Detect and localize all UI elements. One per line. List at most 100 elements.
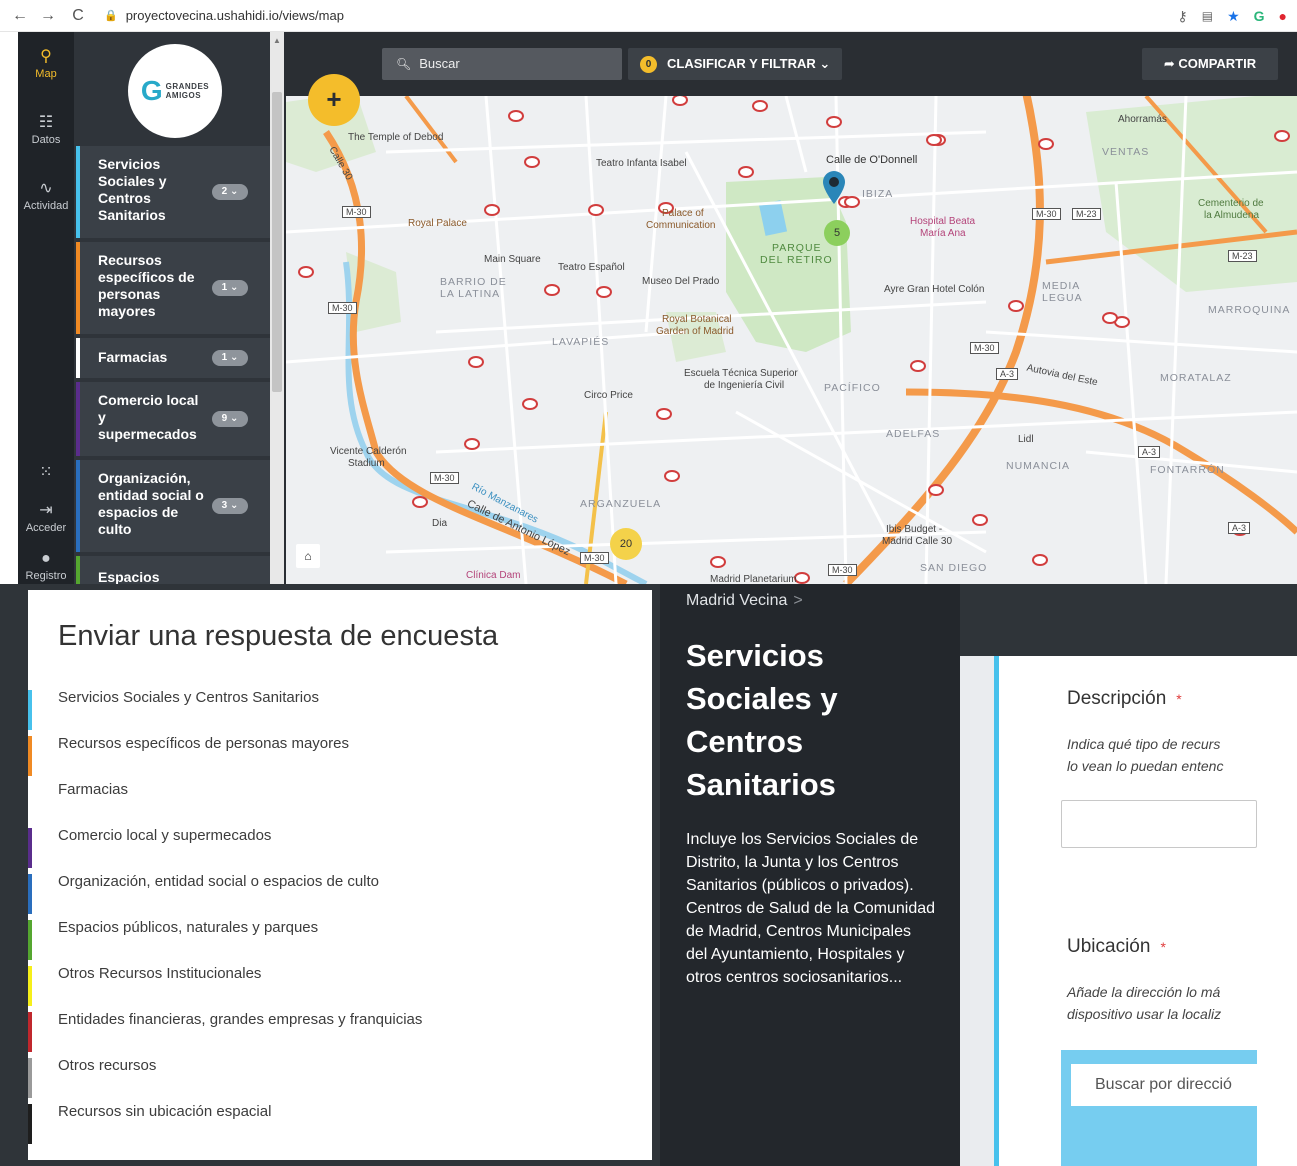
address-search-input[interactable]: Buscar por direcció	[1071, 1064, 1261, 1106]
star-icon[interactable]: ★	[1227, 8, 1240, 25]
filter-count-badge: 0	[640, 56, 657, 73]
nav-registro-label: Registro	[25, 570, 67, 582]
map-label: SAN DIEGO	[920, 562, 988, 574]
login-icon: ⇥	[39, 502, 53, 519]
category-label: Espacios	[98, 569, 160, 584]
apps-grid-button[interactable]: ⁙	[18, 462, 74, 484]
map-pin-marker[interactable]	[821, 170, 847, 206]
nav-actividad[interactable]: ∿ Actividad	[18, 178, 74, 212]
category-recursos-mayores[interactable]: Recursos específicos de personas mayores…	[76, 242, 270, 334]
survey-option[interactable]: Servicios Sociales y Centros Sanitarios	[28, 688, 652, 730]
map-label: MORATALAZ	[1160, 372, 1232, 384]
extension-icon[interactable]: G	[1254, 8, 1265, 24]
map-search-input[interactable]: 🔍︎ Buscar	[382, 48, 622, 80]
map-label: Hospital Beata	[910, 216, 976, 227]
map-label: DEL RETIRO	[760, 254, 833, 266]
map-view[interactable]: 🔍︎ Buscar 0 CLASIFICAR Y FILTRAR ⌄ ➦ COMPA…	[286, 32, 1297, 584]
scroll-up-icon[interactable]: ▲	[273, 36, 281, 45]
forward-icon[interactable]: →	[36, 7, 60, 25]
key-icon[interactable]: ⚷	[1177, 8, 1187, 25]
road-shield: M-30	[342, 206, 371, 218]
survey-option[interactable]: Espacios públicos, naturales y parques	[28, 918, 652, 960]
filter-button[interactable]: 0 CLASIFICAR Y FILTRAR ⌄	[628, 48, 842, 80]
category-farmacias[interactable]: Farmacias 1 ⌄	[76, 338, 270, 378]
filter-label: CLASIFICAR Y FILTRAR	[667, 56, 816, 71]
count-value: 1	[221, 352, 228, 363]
category-count-badge[interactable]: 1 ⌄	[212, 350, 248, 366]
back-icon[interactable]: ←	[8, 7, 32, 25]
chevron-down-icon: ⌄	[819, 56, 831, 71]
location-map[interactable]: Buscar por direcció	[1061, 1050, 1261, 1166]
map-label: Madrid Planetarium	[710, 574, 797, 584]
survey-option[interactable]: Farmacias	[28, 780, 652, 822]
cluster-marker[interactable]: 5	[824, 220, 850, 246]
description-label-text: Descripción	[1067, 688, 1167, 709]
category-count-badge[interactable]: 2 ⌄	[212, 184, 248, 200]
nav-datos-label: Datos	[31, 134, 61, 146]
description-input[interactable]	[1061, 800, 1257, 848]
search-placeholder: Buscar	[419, 56, 460, 71]
survey-option-label: Recursos específicos de personas mayores	[58, 735, 349, 752]
sidebar-scroll-thumb[interactable]	[272, 92, 282, 392]
modal-title: Enviar una respuesta de encuesta	[58, 620, 499, 652]
road-shield: M-30	[1032, 208, 1061, 220]
share-button[interactable]: ➦ COMPARTIR	[1142, 48, 1278, 80]
nav-datos[interactable]: ☷ Datos	[18, 112, 74, 146]
map-label: ADELFAS	[886, 428, 941, 440]
count-value: 9	[221, 413, 228, 424]
left-nav: ⚲ Map ☷ Datos ∿ Actividad ⁙ ⇥ Acceder ● …	[18, 32, 74, 584]
survey-option[interactable]: Entidades financieras, grandes empresas …	[28, 1010, 652, 1052]
map-label: Museo Del Prado	[642, 276, 720, 287]
opera-icon[interactable]: ●	[1279, 8, 1287, 24]
map-label: Lidl	[1018, 434, 1034, 445]
map-label: Palace of	[662, 208, 704, 219]
nav-registro[interactable]: ● Registro	[18, 550, 74, 582]
add-post-button[interactable]: +	[308, 74, 360, 126]
category-servicios-sociales[interactable]: Servicios Sociales y Centros Sanitarios …	[76, 146, 270, 238]
survey-option[interactable]: Otros recursos	[28, 1056, 652, 1098]
survey-option[interactable]: Recursos específicos de personas mayores	[28, 734, 652, 776]
category-organizacion[interactable]: Organización, entidad social o espacios …	[76, 460, 270, 552]
map-label: Calle de O'Donnell	[826, 154, 918, 166]
map-label: de Ingeniería Civil	[704, 380, 785, 391]
category-count-badge[interactable]: 9 ⌄	[212, 411, 248, 427]
location-field-label: Ubicación *	[1067, 936, 1166, 958]
survey-option[interactable]: Otros Recursos Institucionales	[28, 964, 652, 1006]
required-mark: *	[1176, 691, 1182, 707]
nav-map[interactable]: ⚲ Map	[18, 46, 74, 80]
map-label: Dia	[432, 518, 448, 529]
category-label: Comercio local y supermecados	[98, 392, 199, 442]
nav-map-label: Map	[35, 68, 57, 80]
category-espacios[interactable]: Espacios	[76, 556, 270, 584]
reload-icon[interactable]: C	[66, 7, 90, 25]
lock-icon[interactable]: 🔒	[104, 9, 118, 22]
survey-option-label: Farmacias	[58, 781, 129, 798]
map-label: Teatro Español	[558, 262, 625, 273]
breadcrumb-link[interactable]: Madrid Vecina	[686, 592, 787, 609]
translate-icon[interactable]: ▤	[1202, 9, 1213, 23]
survey-form-fields: Descripción * Indica qué tipo de recurs l…	[960, 584, 1297, 1166]
category-label: Organización, entidad social o espacios …	[98, 470, 204, 537]
home-icon[interactable]: ⌂	[296, 544, 320, 568]
count-value: 2	[221, 186, 228, 197]
logo-text-1: GRANDES	[165, 82, 210, 91]
survey-option[interactable]: Recursos sin ubicación espacial	[28, 1102, 652, 1144]
nav-actividad-label: Actividad	[23, 200, 69, 212]
form-topbar	[960, 584, 1297, 656]
category-count-badge[interactable]: 1 ⌄	[212, 280, 248, 296]
map-pin-icon: ⚲	[40, 48, 52, 65]
map-label: IBIZA	[862, 188, 894, 200]
category-count-badge[interactable]: 3 ⌄	[212, 498, 248, 514]
survey-option[interactable]: Comercio local y supermecados	[28, 826, 652, 868]
survey-option[interactable]: Organización, entidad social o espacios …	[28, 872, 652, 914]
color-bar	[28, 828, 32, 868]
map-label: Communication	[646, 220, 716, 231]
nav-acceder[interactable]: ⇥ Acceder	[18, 500, 74, 534]
map-label: The Temple of Debod	[348, 132, 444, 143]
category-comercio-local[interactable]: Comercio local y supermecados 9 ⌄	[76, 382, 270, 456]
road-shield: M-30	[430, 472, 459, 484]
address-bar[interactable]: proyectovecina.ushahidi.io/views/map	[126, 8, 344, 23]
color-bar	[28, 920, 32, 960]
cluster-marker[interactable]: 20	[610, 528, 642, 560]
form-title: Servicios Sociales y Centros Sanitarios	[686, 638, 838, 802]
